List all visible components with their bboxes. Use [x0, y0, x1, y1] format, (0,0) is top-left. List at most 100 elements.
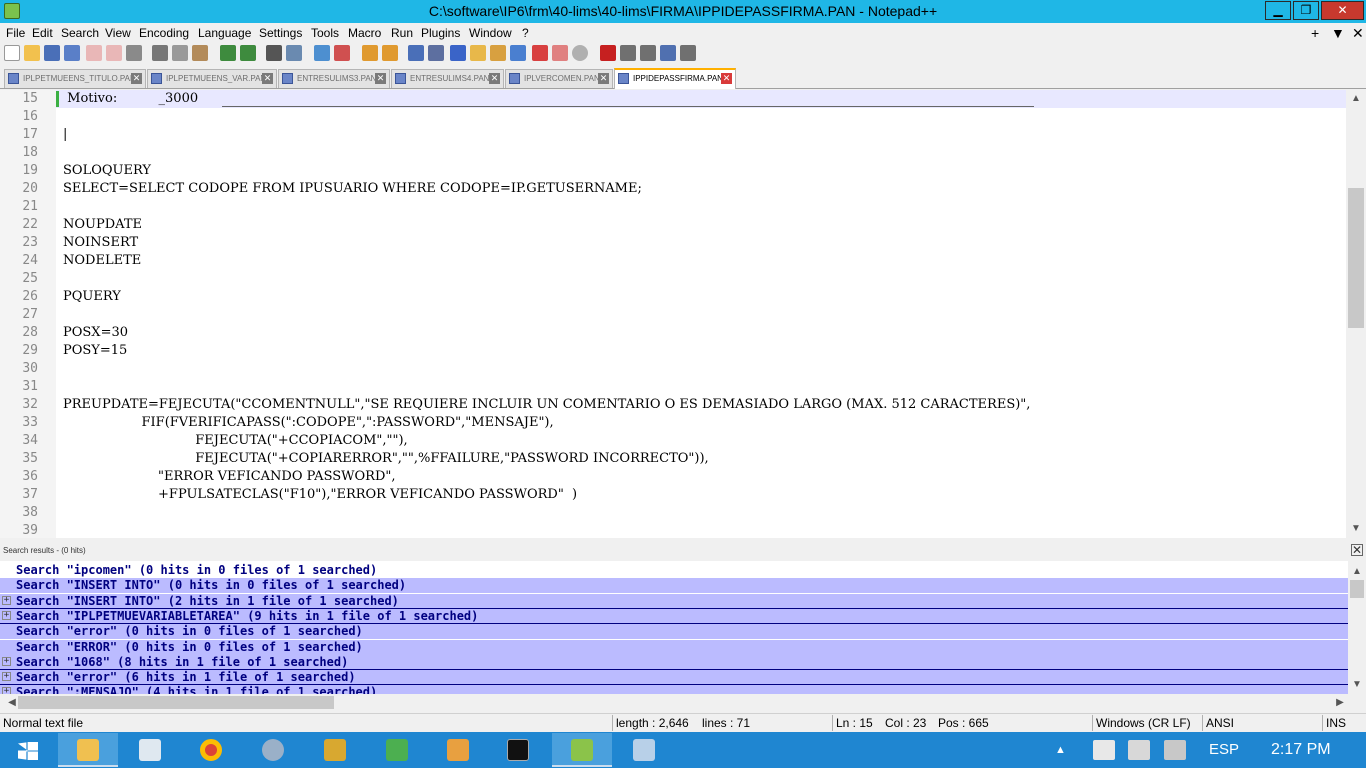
menu-window[interactable]: Window	[469, 26, 512, 40]
status-encoding[interactable]: ANSI	[1206, 716, 1234, 730]
zoom-in-icon[interactable]	[314, 45, 330, 61]
save-macro-icon[interactable]	[680, 45, 696, 61]
menu-macro[interactable]: Macro	[348, 26, 381, 40]
scroll-thumb[interactable]	[1348, 188, 1364, 328]
redo-icon[interactable]	[240, 45, 256, 61]
menu-help[interactable]: ?	[522, 26, 529, 40]
search-result-row[interactable]: + Search "error" (6 hits in 1 file of 1 s…	[0, 670, 1348, 685]
tab-entresulims4[interactable]: ENTRESULIMS4.PAN ✕	[391, 69, 504, 88]
user-lang-icon[interactable]	[470, 45, 486, 61]
indent-guide-icon[interactable]	[450, 45, 466, 61]
sync-horizontal-icon[interactable]	[382, 45, 398, 61]
save-icon[interactable]	[44, 45, 60, 61]
taskbar-app-5[interactable]	[305, 733, 365, 767]
search-result-row[interactable]: + Search "IPLPETMUEVARIABLETAREA" (9 hits…	[0, 609, 1348, 624]
undo-icon[interactable]	[220, 45, 236, 61]
function-list-icon[interactable]	[510, 45, 526, 61]
close-search-results-icon[interactable]: ✕	[1351, 544, 1363, 556]
taskbar-chrome[interactable]	[181, 733, 241, 767]
taskbar-app-10[interactable]	[614, 733, 674, 767]
tab-close-icon[interactable]: ✕	[375, 73, 386, 84]
menu-run[interactable]: Run	[391, 26, 413, 40]
taskbar-file-explorer[interactable]	[58, 733, 118, 767]
search-result-row[interactable]: + Search ":MENSAJO" (4 hits in 1 file of …	[0, 685, 1348, 694]
zoom-out-icon[interactable]	[334, 45, 350, 61]
menu-tools[interactable]: Tools	[311, 26, 339, 40]
expand-icon[interactable]: +	[2, 672, 11, 681]
preview-icon[interactable]	[572, 45, 588, 61]
stop-macro-icon[interactable]	[620, 45, 636, 61]
search-result-row[interactable]: + Search "INSERT INTO" (2 hits in 1 file …	[0, 594, 1348, 609]
word-wrap-icon[interactable]	[408, 45, 424, 61]
menu-edit[interactable]: Edit	[32, 26, 53, 40]
expand-icon[interactable]: +	[2, 657, 11, 666]
search-horizontal-scrollbar[interactable]: ◀ ▶	[0, 694, 1366, 711]
menu-file[interactable]: File	[6, 26, 25, 40]
editor-vertical-scrollbar[interactable]: ▲ ▼	[1346, 90, 1366, 538]
replace-icon[interactable]	[286, 45, 302, 61]
close-window-button[interactable]: ✕	[1321, 1, 1364, 20]
new-tab-icon[interactable]: +	[1311, 25, 1319, 41]
scroll-down-icon[interactable]: ▼	[1348, 676, 1366, 693]
editor[interactable]: 15 16 17 18 19 20 21 22 23 24 25 26 27 28 29 30 31 32 33 34…	[0, 90, 1366, 538]
scroll-right-icon[interactable]: ▶	[1330, 694, 1350, 711]
paste-icon[interactable]	[192, 45, 208, 61]
doc-map-icon[interactable]	[490, 45, 506, 61]
save-all-icon[interactable]	[64, 45, 80, 61]
scroll-thumb[interactable]	[1350, 580, 1364, 598]
menu-encoding[interactable]: Encoding	[139, 26, 189, 40]
scroll-down-icon[interactable]: ▼	[1346, 520, 1366, 537]
expand-icon[interactable]: +	[2, 687, 11, 694]
show-hidden-icons[interactable]: ▲	[1055, 744, 1066, 756]
search-result-row[interactable]: Search "ERROR" (0 hits in 0 files of 1 s…	[0, 640, 1348, 655]
menu-search[interactable]: Search	[61, 26, 99, 40]
search-result-row[interactable]: + Search "1068" (8 hits in 1 file of 1 se…	[0, 655, 1348, 670]
scroll-up-icon[interactable]: ▲	[1346, 90, 1366, 107]
expand-icon[interactable]: +	[2, 611, 11, 620]
taskbar-notepadpp[interactable]	[552, 733, 612, 767]
tab-close-icon[interactable]: ✕	[262, 73, 273, 84]
search-vertical-scrollbar[interactable]: ▲ ▼	[1348, 561, 1366, 694]
monitoring-icon[interactable]	[552, 45, 568, 61]
taskbar-app-6[interactable]	[367, 733, 427, 767]
tab-list-icon[interactable]: ▼	[1331, 25, 1345, 41]
close-file-icon[interactable]	[86, 45, 102, 61]
start-button[interactable]	[0, 733, 56, 767]
input-language[interactable]: ESP	[1209, 741, 1239, 758]
status-insert-mode[interactable]: INS	[1326, 716, 1346, 730]
tab-close-icon[interactable]: ✕	[598, 73, 609, 84]
scroll-up-icon[interactable]: ▲	[1348, 563, 1366, 580]
print-icon[interactable]	[126, 45, 142, 61]
find-icon[interactable]	[266, 45, 282, 61]
menu-plugins[interactable]: Plugins	[421, 26, 460, 40]
show-all-chars-icon[interactable]	[428, 45, 444, 61]
tab-close-icon[interactable]: ✕	[131, 73, 142, 84]
search-result-row[interactable]: Search "INSERT INTO" (0 hits in 0 files …	[0, 578, 1348, 593]
folder-workspace-icon[interactable]	[532, 45, 548, 61]
tab-close-icon[interactable]: ✕	[489, 73, 500, 84]
taskbar-command-prompt[interactable]	[488, 733, 548, 767]
status-eol[interactable]: Windows (CR LF)	[1096, 716, 1191, 730]
play-macro-icon[interactable]	[640, 45, 656, 61]
cut-icon[interactable]	[152, 45, 168, 61]
maximize-button[interactable]: ❐	[1293, 1, 1319, 20]
run-macro-multiple-icon[interactable]	[660, 45, 676, 61]
network-icon[interactable]	[1128, 740, 1150, 760]
expand-icon[interactable]: +	[2, 596, 11, 605]
menu-settings[interactable]: Settings	[259, 26, 302, 40]
action-center-flag-icon[interactable]	[1093, 740, 1115, 760]
tab-iplpetmueens-var[interactable]: IPLPETMUEENS_VAR.PAN ✕	[147, 69, 277, 88]
record-macro-icon[interactable]	[600, 45, 616, 61]
taskbar-app-7[interactable]	[428, 733, 488, 767]
taskbar-server-manager[interactable]	[120, 733, 180, 767]
menu-view[interactable]: View	[105, 26, 131, 40]
tab-entresulims3[interactable]: ENTRESULIMS3.PAN ✕	[278, 69, 390, 88]
close-all-icon[interactable]	[106, 45, 122, 61]
taskbar-settings-tool[interactable]	[243, 733, 303, 767]
open-file-icon[interactable]	[24, 45, 40, 61]
search-result-row[interactable]: Search "error" (0 hits in 0 files of 1 s…	[0, 624, 1348, 639]
minimize-button[interactable]: ▁	[1265, 1, 1291, 20]
tab-iplpetmueens-titulo[interactable]: IPLPETMUEENS_TITULO.PAN ✕	[4, 69, 146, 88]
tab-close-icon[interactable]: ✕	[721, 73, 732, 84]
search-result-row[interactable]: Search "ipcomen" (0 hits in 0 files of 1…	[0, 563, 1348, 578]
